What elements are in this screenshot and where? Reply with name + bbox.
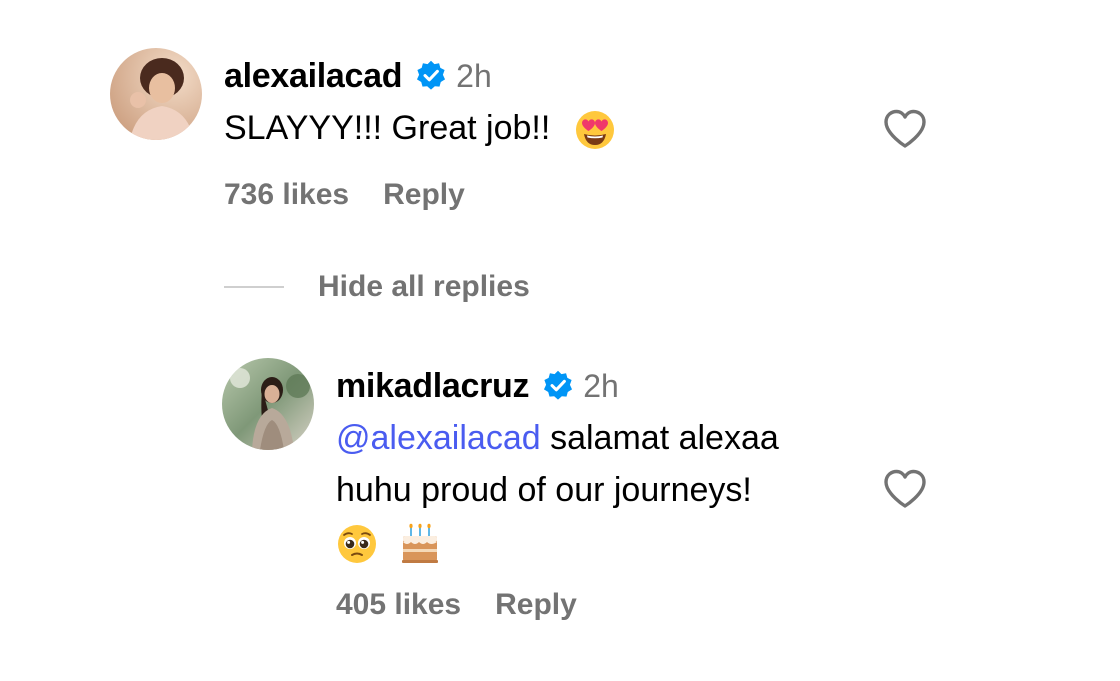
birthday-cake-emoji [399,523,441,565]
heart-outline-icon[interactable] [882,468,928,510]
comment-meta: 736 likes Reply [224,178,465,212]
reply-line-1: @alexailacad salamat alexaa [336,412,779,464]
reply-button[interactable]: Reply [383,178,465,212]
reply-header: mikadlacruz 2h [336,364,619,408]
comment-timestamp: 2h [456,57,492,94]
reply-meta: 405 likes Reply [336,588,577,622]
verified-badge-icon [414,59,448,93]
avatar[interactable] [110,48,202,140]
reply-button[interactable]: Reply [495,588,577,622]
reply-text: @alexailacad salamat alexaa huhu proud o… [336,412,779,568]
hide-replies-button[interactable]: Hide all replies [224,270,530,304]
heart-outline-icon[interactable] [882,108,928,150]
replies-divider [224,286,284,288]
likes-count[interactable]: 405 likes [336,588,461,622]
pleading-face-emoji [336,523,378,565]
heart-eyes-emoji [574,109,616,151]
comment-body: SLAYYY!!! Great job!! [224,109,551,147]
reply-line-3 [336,516,779,568]
reply-username[interactable]: mikadlacruz [336,367,530,406]
comment-username[interactable]: alexailacad [224,57,402,96]
reply-line-2: huhu proud of our journeys! [336,471,752,509]
reply-body-1: salamat alexaa [540,419,779,457]
avatar[interactable] [222,358,314,450]
reply-timestamp: 2h [583,367,619,404]
comment-text: SLAYYY!!! Great job!! [224,102,616,154]
likes-count[interactable]: 736 likes [224,178,349,212]
comment-header: alexailacad 2h [224,54,492,98]
hide-replies-label: Hide all replies [318,270,530,303]
mention-link[interactable]: @alexailacad [336,419,541,457]
verified-badge-icon [541,369,575,403]
